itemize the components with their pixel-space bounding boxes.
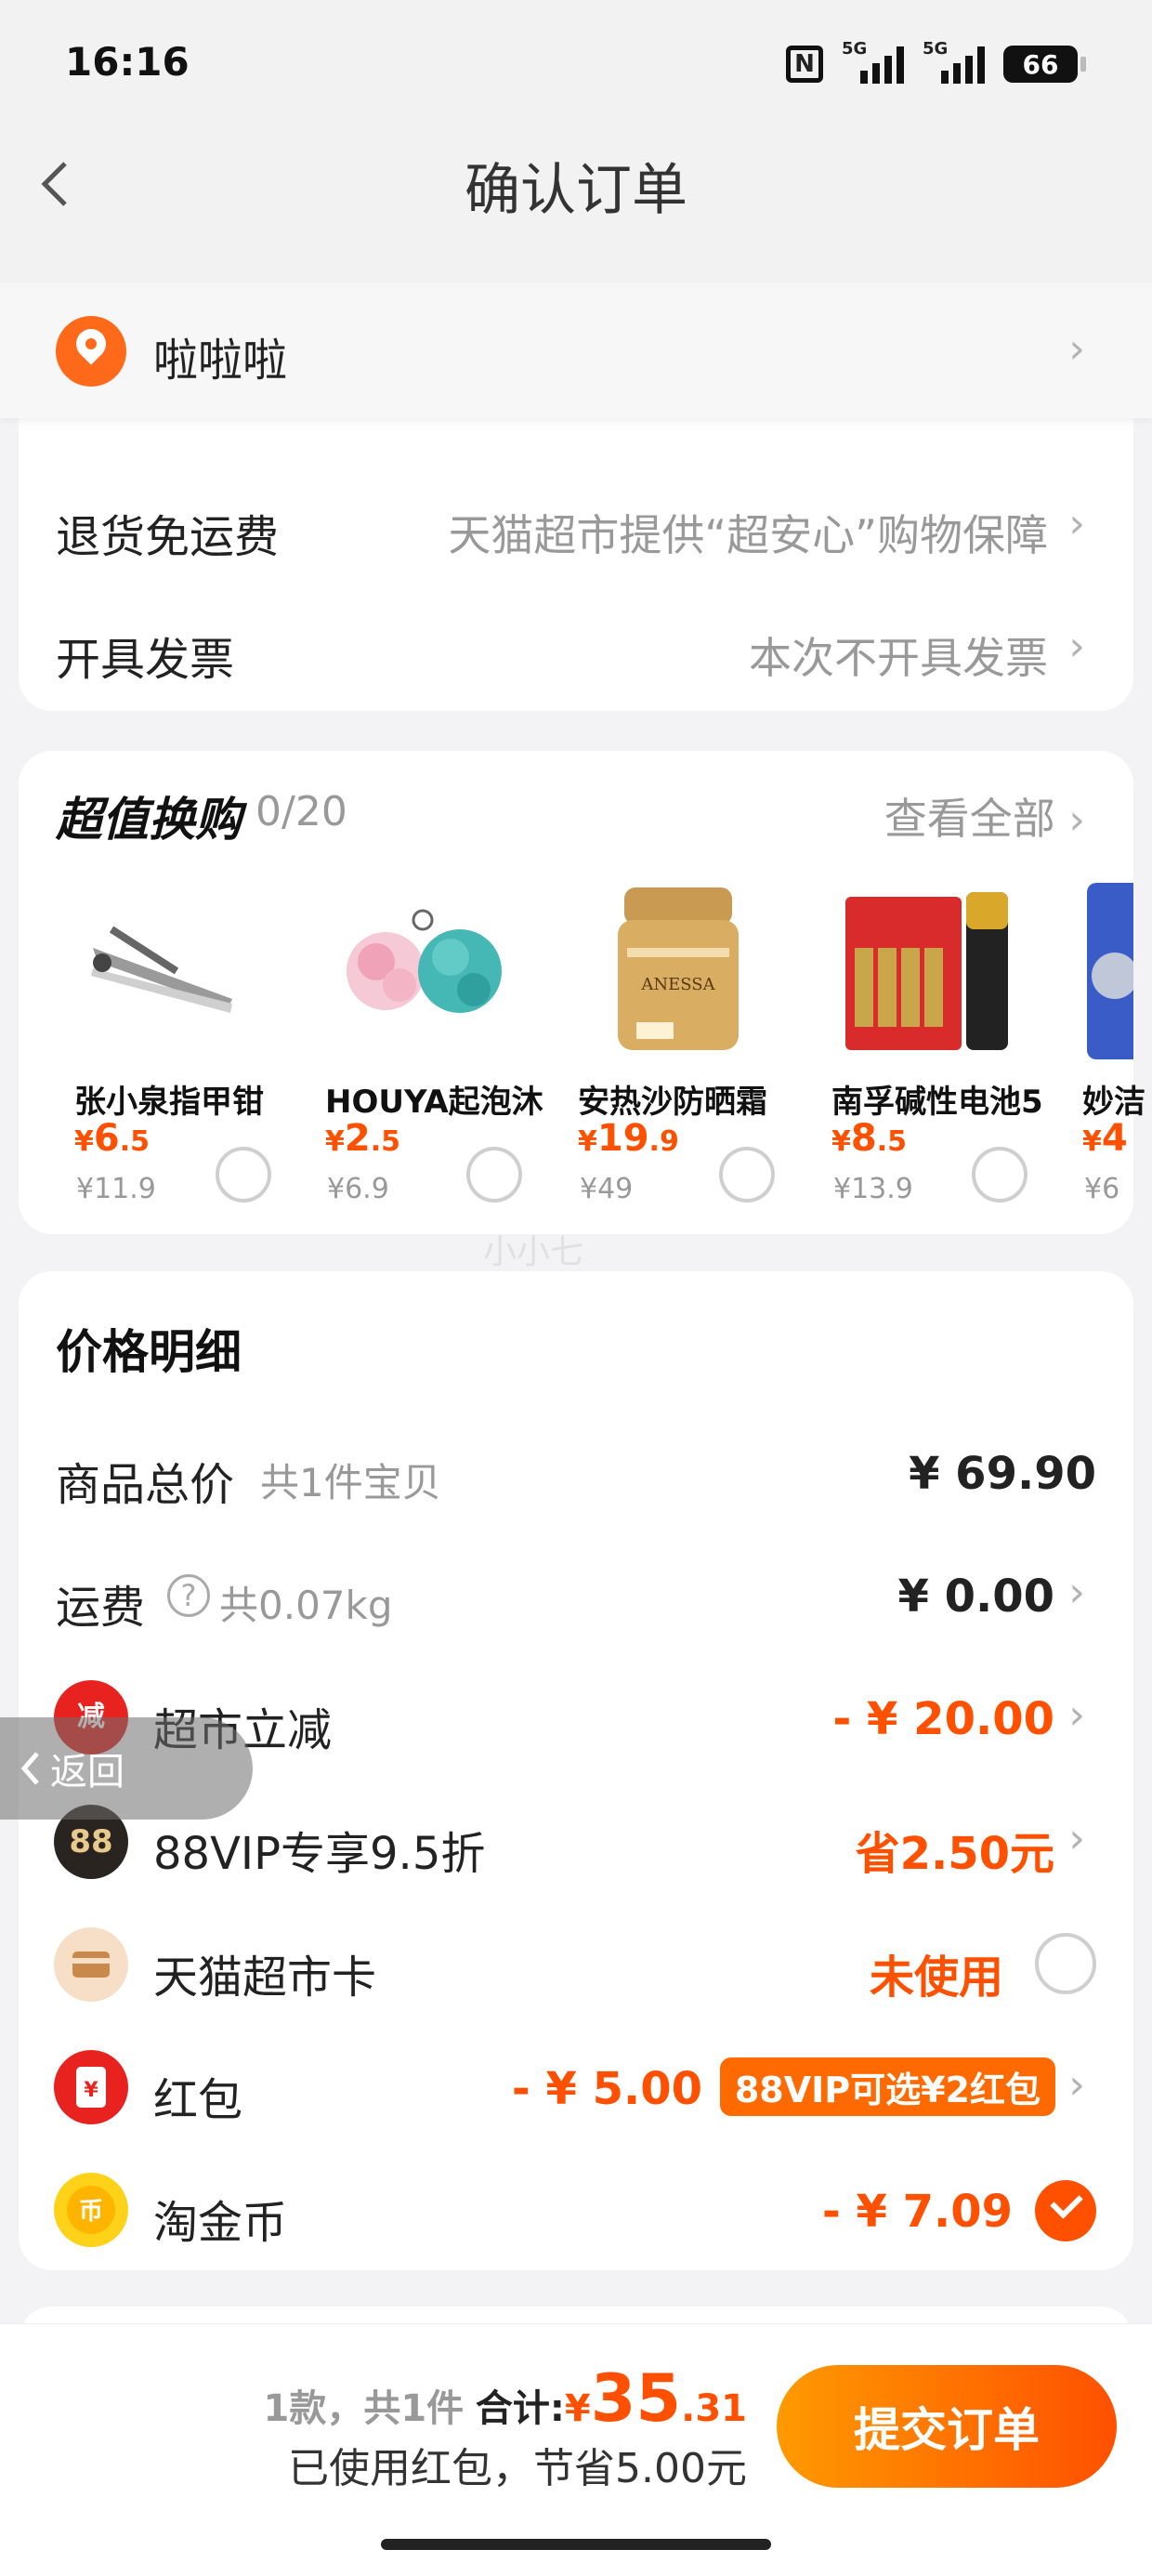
swap-title: 超值换购 — [56, 793, 242, 847]
total-integer: 35 — [590, 2360, 682, 2437]
invoice-value[interactable]: 本次不开具发票 — [749, 624, 1048, 686]
submit-order-button[interactable]: 提交订单 — [777, 2365, 1117, 2488]
chevron-right-icon: › — [1068, 1815, 1085, 1862]
product-name: HOUYA起泡沐 — [325, 1084, 543, 1121]
location-pin-icon — [56, 316, 126, 387]
svg-text:ANESSA: ANESSA — [640, 975, 715, 994]
page-title: 确认订单 — [465, 158, 687, 223]
return-shipping-value[interactable]: 天猫超市提供“超安心”购物保障 — [448, 502, 1048, 563]
status-time: 16:16 — [65, 39, 190, 85]
supermarket-card-icon — [54, 1927, 128, 2002]
product-name: 安热沙防晒霜 — [578, 1084, 767, 1121]
product-price: ¥8.5 — [831, 1117, 907, 1160]
product-select-radio[interactable] — [216, 1147, 271, 1203]
product-original-price: ¥49 — [580, 1173, 634, 1205]
signal-icon: 5G — [923, 39, 985, 84]
chevron-right-icon: › — [1068, 1691, 1085, 1739]
total-decimal: .31 — [681, 2387, 747, 2430]
goods-total-value: ¥ 69.90 — [909, 1448, 1096, 1500]
signal-icon: 5G — [842, 39, 904, 84]
coins-checkbox-checked[interactable] — [1035, 2180, 1096, 2241]
vip-value[interactable]: 省2.50元 — [856, 1817, 1054, 1882]
product-image-nail-clipper[interactable] — [74, 883, 260, 1059]
product-price: ¥6.5 — [74, 1117, 150, 1160]
home-indicator[interactable] — [381, 2539, 771, 2550]
nfc-icon: N — [786, 46, 823, 83]
taobao-coin-icon: 币 — [54, 2173, 128, 2247]
product-original-price: ¥13.9 — [833, 1173, 913, 1205]
view-all-label: 查看全部 — [884, 794, 1055, 844]
chevron-right-icon: › — [1068, 796, 1085, 844]
signal-label: 5G — [923, 39, 949, 59]
product-image-cleaning-ball[interactable] — [1087, 883, 1133, 1059]
red-packet-vip-badge[interactable]: 88VIP可选¥2红包 — [719, 2057, 1055, 2116]
chevron-right-icon: › — [1068, 325, 1085, 373]
total-currency: ¥ — [564, 2387, 591, 2430]
product-name: 南孚碱性电池5 — [831, 1084, 1043, 1121]
item-count: 1款，共1件 — [263, 2387, 465, 2430]
savings-note: 已使用红包，节省5.00元 — [288, 2445, 747, 2492]
watermark: 小小七 — [483, 1233, 584, 1271]
goods-total-count: 共1件宝贝 — [260, 1460, 441, 1505]
battery-icon: 66 — [1003, 46, 1086, 83]
supermarket-card-label: 天猫超市卡 — [153, 1952, 377, 2004]
product-original-price: ¥6.9 — [327, 1173, 389, 1205]
product-original-price: ¥6 — [1084, 1173, 1120, 1205]
svg-text:币: 币 — [79, 2198, 103, 2226]
status-icons: N 5G 5G 66 — [786, 39, 1086, 84]
shipping-value[interactable]: ¥ 0.00 — [897, 1571, 1054, 1623]
coins-label: 淘金币 — [153, 2197, 288, 2249]
chevron-right-icon: › — [1068, 500, 1085, 547]
product-select-radio[interactable] — [466, 1147, 522, 1203]
shipping-label: 运费 — [56, 1582, 146, 1634]
signal-label: 5G — [842, 39, 868, 59]
product-image-sunscreen[interactable]: ANESSA — [585, 883, 771, 1059]
product-price: ¥19.9 — [578, 1117, 679, 1160]
floating-back-label: 返回 — [50, 1751, 124, 1794]
chevron-right-icon: › — [1068, 2061, 1085, 2109]
view-all-link[interactable]: 查看全部 › — [884, 785, 1085, 847]
chevron-left-icon — [20, 1752, 39, 1785]
chevron-right-icon: › — [1068, 1569, 1085, 1616]
product-select-radio[interactable] — [719, 1147, 775, 1203]
order-summary: 1款，共1件 合计:¥35.31 — [263, 2360, 747, 2437]
red-packet-icon: ¥ — [54, 2050, 128, 2124]
product-original-price: ¥11.9 — [76, 1173, 156, 1205]
supermarket-card-value: 未使用 — [869, 1952, 1003, 2004]
discount-value[interactable]: - ¥ 20.00 — [832, 1693, 1054, 1745]
product-price: ¥4 — [1082, 1117, 1128, 1160]
swap-count: 0/20 — [255, 788, 347, 835]
product-select-radio[interactable] — [972, 1147, 1028, 1203]
product-image-batteries[interactable] — [836, 883, 1022, 1059]
red-packet-value[interactable]: - ¥ 5.00 — [512, 2063, 702, 2115]
product-price: ¥2.5 — [325, 1117, 400, 1160]
coins-value: - ¥ 7.09 — [821, 2186, 1013, 2238]
vip-label: 88VIP专享9.5折 — [153, 1828, 486, 1880]
shipping-weight: 共0.07kg — [219, 1583, 393, 1628]
product-name: 张小泉指甲钳 — [74, 1084, 264, 1121]
invoice-label: 开具发票 — [56, 634, 235, 686]
supermarket-card-checkbox[interactable] — [1035, 1933, 1096, 1994]
price-detail-title: 价格明细 — [56, 1325, 242, 1379]
goods-total-label: 商品总价 — [56, 1459, 235, 1511]
product-image-bath-puff[interactable] — [330, 883, 516, 1059]
help-icon[interactable]: ? — [167, 1574, 210, 1617]
svg-text:¥: ¥ — [84, 2079, 98, 2102]
red-packet-label: 红包 — [153, 2074, 243, 2126]
product-name: 妙洁 — [1082, 1084, 1145, 1121]
address-name: 啦啦啦 — [153, 335, 288, 387]
chevron-right-icon: › — [1068, 623, 1085, 670]
sum-label: 合计: — [475, 2387, 565, 2430]
floating-back-button[interactable]: 返回 — [0, 1717, 253, 1820]
return-shipping-label: 退货免运费 — [56, 511, 280, 563]
